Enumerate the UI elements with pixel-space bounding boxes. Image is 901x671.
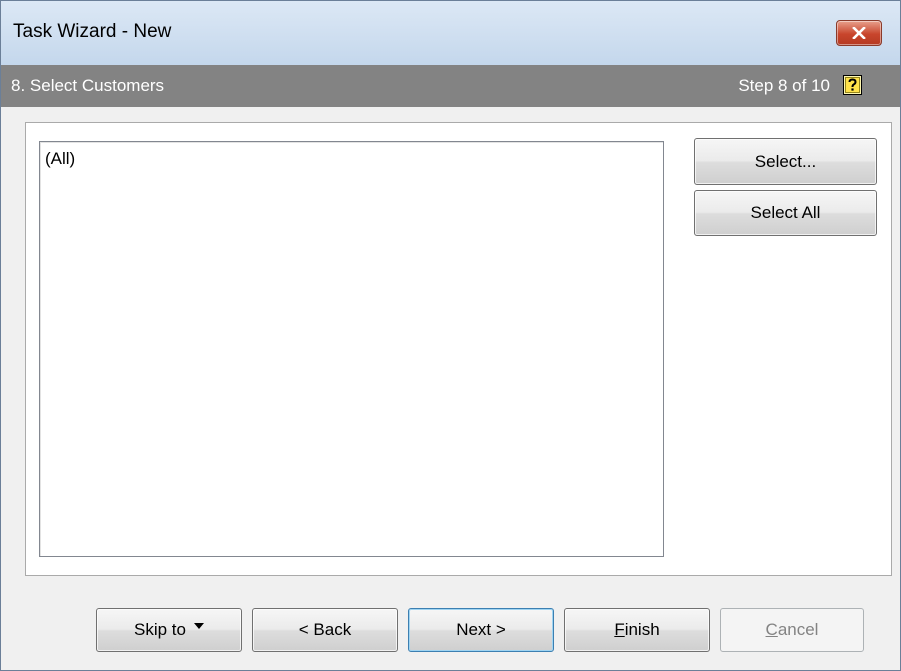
close-icon <box>852 27 866 39</box>
cancel-accesskey: C <box>765 620 778 639</box>
window-title: Task Wizard - New <box>13 21 172 42</box>
customer-listbox[interactable]: (All) <box>39 141 664 557</box>
step-counter: Step 8 of 10 <box>738 76 830 95</box>
select-all-button[interactable]: Select All <box>694 190 877 236</box>
step-header: 8. Select Customers Step 8 of 10 <box>1 65 900 107</box>
finish-button[interactable]: Finish <box>564 608 710 652</box>
close-button[interactable] <box>836 20 882 46</box>
finish-label-rest: inish <box>624 620 660 639</box>
select-button[interactable]: Select... <box>694 138 877 185</box>
skip-to-button[interactable]: Skip to <box>96 608 242 652</box>
title-bar[interactable]: Task Wizard - New <box>1 1 900 65</box>
task-wizard-window: Task Wizard - New 8. Select Customers St… <box>0 0 901 671</box>
back-button[interactable]: < Back <box>252 608 398 652</box>
cancel-button[interactable]: Cancel <box>720 608 864 652</box>
finish-accesskey: F <box>614 620 625 639</box>
list-item[interactable]: (All) <box>45 149 75 169</box>
step-title: 8. Select Customers <box>11 76 165 95</box>
dropdown-arrow-icon <box>193 623 204 629</box>
content-panel: (All) Select... Select All <box>25 122 892 576</box>
skip-to-label: Skip to <box>134 620 186 639</box>
help-question-icon[interactable] <box>843 75 862 95</box>
cancel-label-rest: ancel <box>777 620 819 639</box>
next-button[interactable]: Next > <box>408 608 554 652</box>
